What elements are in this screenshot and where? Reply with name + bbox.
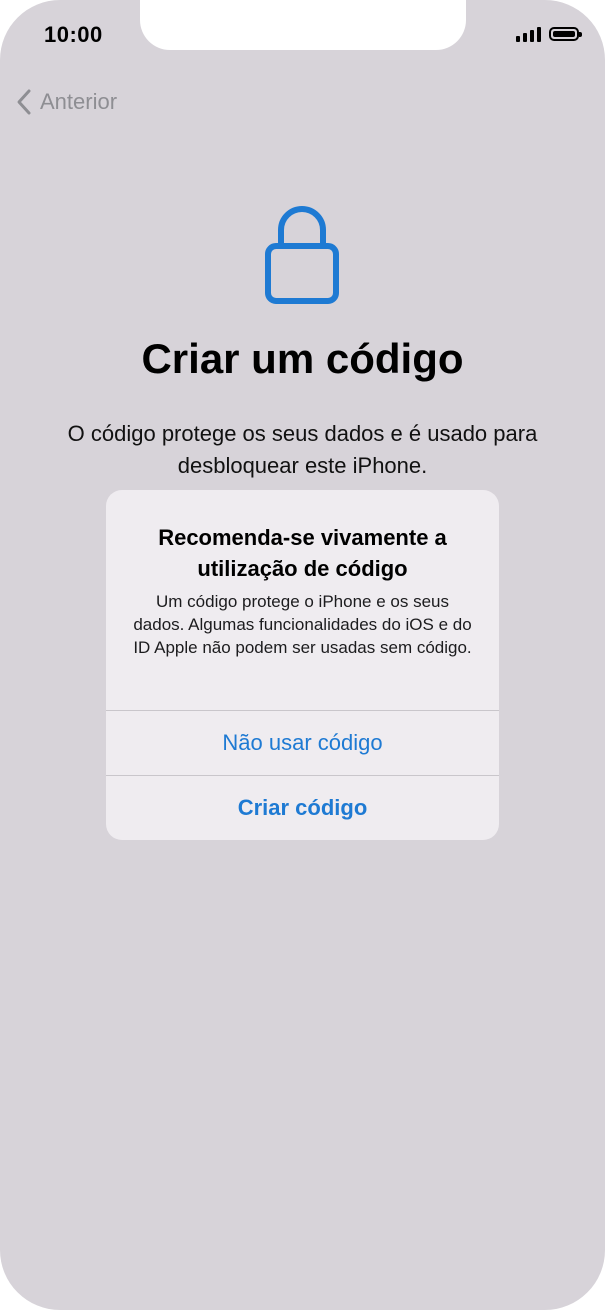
alert-message: Um código protege o iPhone e os seus dad… (133, 592, 472, 657)
chevron-left-icon (17, 89, 31, 115)
back-button[interactable]: Anterior (16, 88, 117, 116)
page-description: O código protege os seus dados e é usado… (67, 421, 538, 478)
lock-icon (265, 200, 339, 311)
passcode-alert: Recomenda-se vivamente a utilização de c… (106, 490, 499, 840)
status-icons (516, 26, 582, 42)
cellular-signal-icon (516, 26, 541, 42)
back-label: Anterior (40, 89, 118, 114)
notch (140, 0, 466, 50)
page-title: Criar um código (141, 335, 464, 382)
battery-icon (549, 27, 582, 41)
status-time: 10:00 (44, 22, 103, 47)
create-passcode-button[interactable]: Criar código (106, 775, 499, 840)
alert-title: Recomenda-se vivamente a utilização de c… (158, 525, 447, 581)
phone-screen: 10:00 Anterior Criar um código O código … (0, 0, 605, 1310)
dont-use-passcode-button[interactable]: Não usar código (106, 710, 499, 775)
